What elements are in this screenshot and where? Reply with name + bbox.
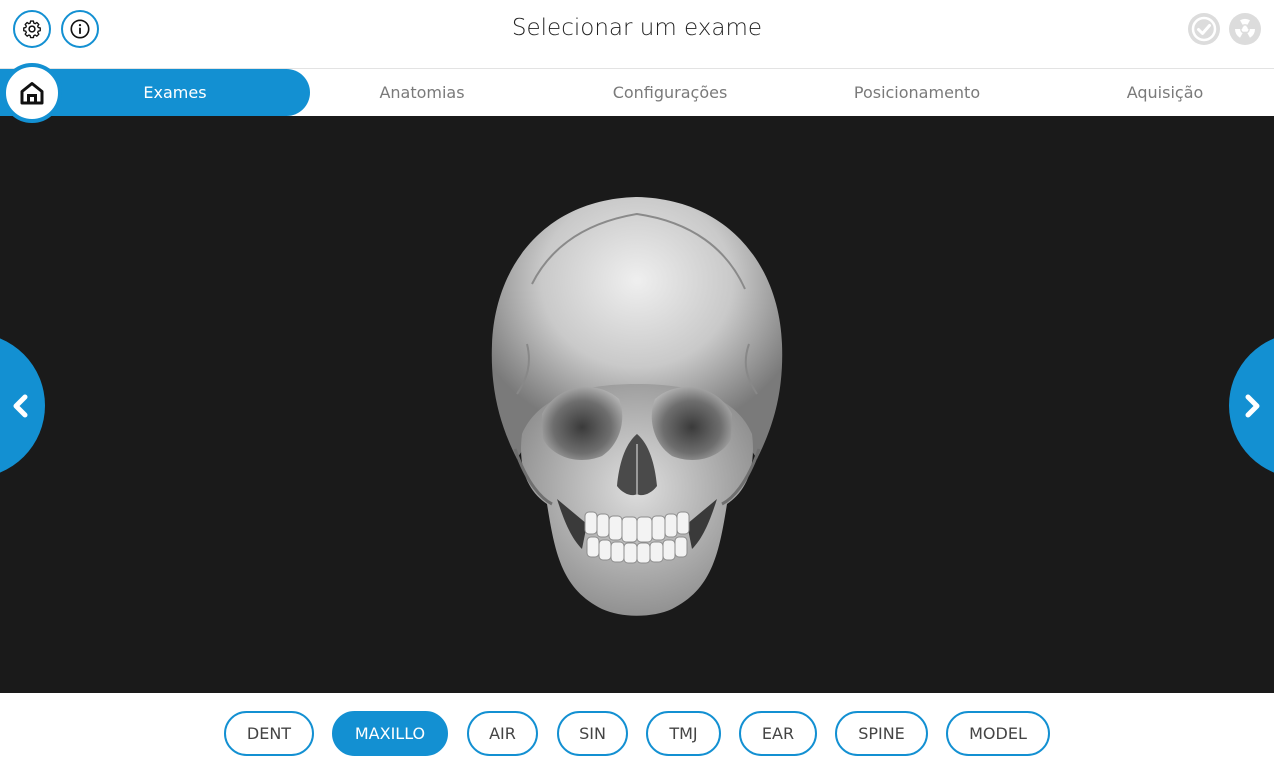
home-icon	[20, 82, 44, 105]
exam-model-button[interactable]: MODEL	[946, 711, 1050, 756]
skull-3d-image	[491, 197, 783, 616]
tab-configuracoes[interactable]: Configurações	[570, 69, 770, 116]
tab-exames[interactable]: Exames	[60, 69, 290, 116]
exam-tmj-button[interactable]: TMJ	[646, 711, 721, 756]
header: Selecionar um exame	[0, 0, 1274, 68]
check-status	[1188, 13, 1220, 45]
page-title: Selecionar um exame	[511, 15, 763, 41]
anatomy-viewer[interactable]	[0, 116, 1274, 693]
check-circle-icon	[1189, 14, 1219, 44]
exam-dent-button[interactable]: DENT	[224, 711, 314, 756]
exam-maxillo-button[interactable]: MAXILLO	[332, 711, 448, 756]
exam-spine-button[interactable]: SPINE	[835, 711, 928, 756]
step-tabs: Exames Anatomias Configurações Posiciona…	[0, 63, 1274, 123]
tab-aquisicao[interactable]: Aquisição	[1090, 69, 1240, 116]
exam-air-button[interactable]: AIR	[467, 711, 538, 756]
tab-posicionamento[interactable]: Posicionamento	[817, 69, 1017, 116]
home-button[interactable]	[2, 63, 62, 123]
radiation-status	[1229, 13, 1261, 45]
exam-type-selector: DENT MAXILLO AIR SIN TMJ EAR SPINE MODEL	[0, 693, 1274, 770]
tab-anatomias[interactable]: Anatomias	[322, 69, 522, 116]
next-button[interactable]	[1229, 333, 1274, 478]
chevron-right-icon	[1245, 394, 1260, 418]
exam-ear-button[interactable]: EAR	[739, 711, 817, 756]
previous-button[interactable]	[0, 333, 45, 478]
chevron-left-icon	[13, 394, 28, 418]
exam-sin-button[interactable]: SIN	[557, 711, 628, 756]
radiation-icon	[1230, 14, 1260, 44]
